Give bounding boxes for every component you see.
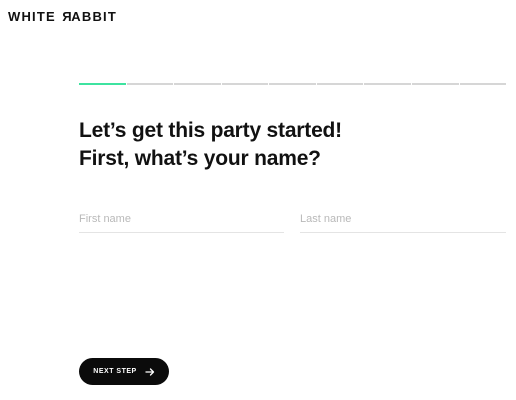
next-step-button[interactable]: NEXT STEP [79,358,169,385]
progress-step-9 [459,83,507,85]
progress-step-6 [316,83,364,85]
title-line-1: Let’s get this party started! [79,119,342,142]
progress-step-8 [411,83,459,85]
next-step-label: NEXT STEP [93,368,137,375]
progress-step-3 [174,83,221,85]
logo-text-end: ABBIT [71,9,118,24]
logo-reversed-letter: R [60,9,72,24]
progress-step-2 [126,83,174,85]
progress-step-1 [79,83,126,85]
page-title: Let’s get this party started! First, wha… [79,117,342,173]
progress-step-5 [269,83,316,85]
logo-text-start: WHITE [8,9,61,24]
progress-bar [79,83,507,85]
progress-step-7 [364,83,411,85]
arrow-right-icon [145,367,155,377]
last-name-field[interactable] [300,205,506,233]
progress-step-4 [221,83,269,85]
first-name-field[interactable] [79,205,284,233]
title-line-2: First, what’s your name? [79,147,321,170]
brand-logo[interactable]: WHITE RABBIT [8,9,117,24]
page: WHITE RABBIT Let’s get this party starte… [0,0,516,400]
